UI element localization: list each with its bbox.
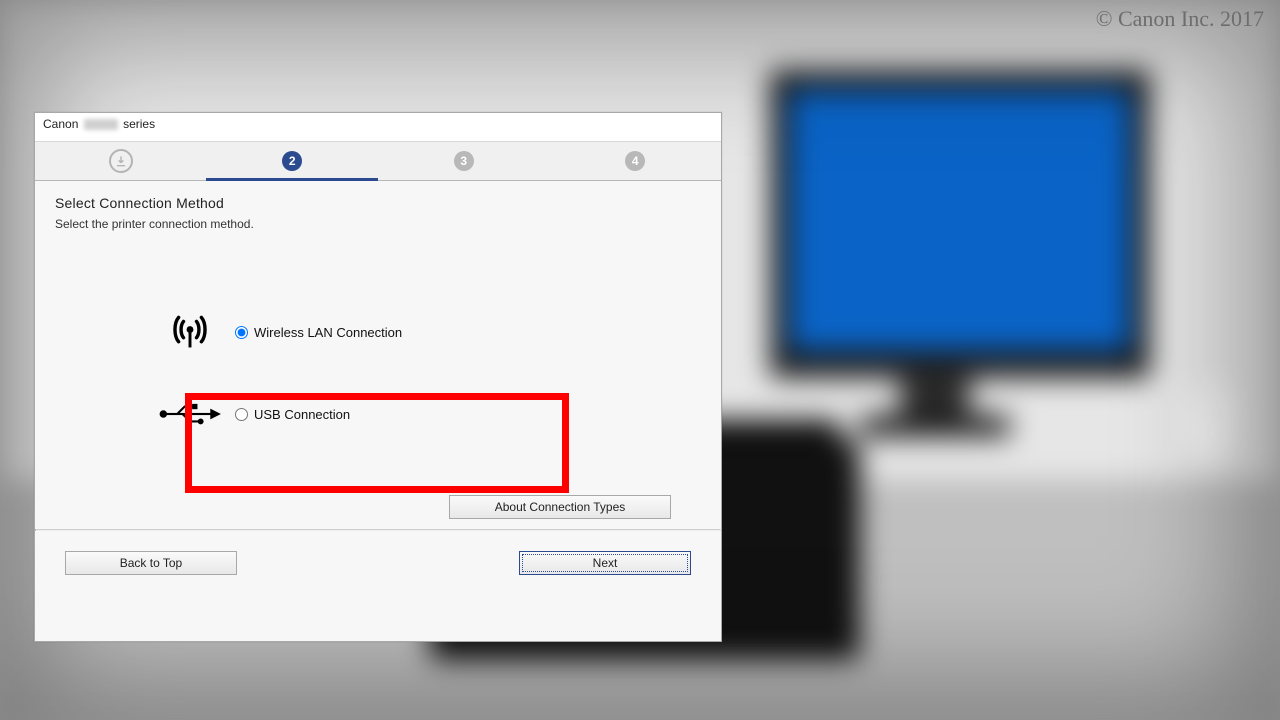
option-wireless[interactable]: Wireless LAN Connection — [145, 291, 701, 373]
page-heading: Select Connection Method — [55, 195, 701, 211]
step-1 — [35, 142, 207, 180]
back-to-top-button[interactable]: Back to Top — [65, 551, 237, 575]
page-subtext: Select the printer connection method. — [55, 217, 701, 231]
radio-wireless[interactable]: Wireless LAN Connection — [235, 325, 402, 340]
step-4: 4 — [550, 142, 722, 180]
radio-wireless-label: Wireless LAN Connection — [254, 325, 402, 340]
radio-usb-label: USB Connection — [254, 407, 350, 422]
usb-icon — [145, 397, 235, 431]
setup-dialog: Canon series 2 3 4 Select Connection Met… — [34, 112, 722, 642]
wireless-icon — [145, 306, 235, 358]
title-prefix: Canon — [43, 117, 78, 131]
title-model-blurred — [84, 119, 118, 130]
step-indicator: 2 3 4 — [35, 142, 721, 181]
option-usb[interactable]: USB Connection — [145, 373, 701, 455]
radio-usb[interactable]: USB Connection — [235, 407, 350, 422]
radio-usb-input[interactable] — [235, 408, 248, 421]
step-4-number: 4 — [625, 151, 645, 171]
step-3: 3 — [378, 142, 550, 180]
titlebar: Canon series — [35, 113, 721, 142]
next-button[interactable]: Next — [519, 551, 691, 575]
copyright-text: © Canon Inc. 2017 — [1096, 6, 1264, 32]
about-connection-types-button[interactable]: About Connection Types — [449, 495, 671, 519]
radio-wireless-input[interactable] — [235, 326, 248, 339]
download-arrow-icon — [109, 149, 133, 173]
step-3-number: 3 — [454, 151, 474, 171]
step-2: 2 — [207, 142, 379, 180]
step-2-number: 2 — [282, 151, 302, 171]
title-suffix: series — [123, 117, 155, 131]
